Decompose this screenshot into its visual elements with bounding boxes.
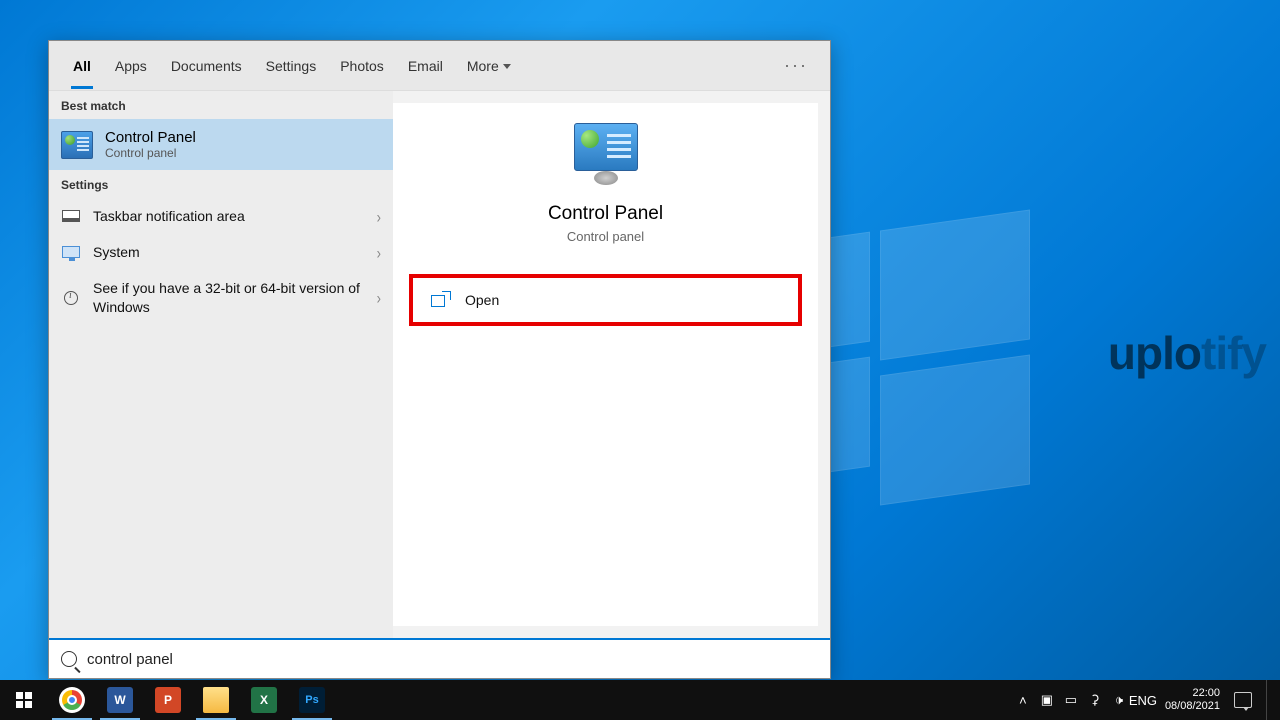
taskbar-app-photoshop[interactable]: Ps — [288, 680, 336, 720]
best-match-subtitle: Control panel — [105, 146, 196, 160]
tray-notifications-icon[interactable] — [1234, 692, 1252, 708]
caret-down-icon — [503, 64, 511, 69]
system-tray: ˄ ▣ ▭ ⚳ 🕩 ENG 22:00 08/08/2021 — [1007, 680, 1280, 720]
more-options-button[interactable]: ··· — [774, 55, 818, 76]
chevron-right-icon: › — [377, 243, 381, 263]
open-icon — [431, 293, 449, 307]
search-tabs: All Apps Documents Settings Photos Email… — [49, 41, 830, 91]
tab-settings[interactable]: Settings — [254, 44, 329, 88]
open-label: Open — [465, 292, 499, 308]
tab-more[interactable]: More — [455, 44, 523, 88]
start-button[interactable] — [0, 680, 48, 720]
results-column: Best match Control Panel Control panel S… — [49, 91, 393, 638]
preview-subtitle: Control panel — [567, 229, 644, 244]
tray-battery-icon[interactable]: ▭ — [1063, 692, 1079, 708]
setting-system[interactable]: System › — [49, 234, 393, 270]
taskbar-app-excel[interactable]: X — [240, 680, 288, 720]
taskbar: W P X Ps ˄ ▣ ▭ ⚳ 🕩 ENG 22:00 08/08/2021 — [0, 680, 1280, 720]
taskbar-app-powerpoint[interactable]: P — [144, 680, 192, 720]
best-match-title: Control Panel — [105, 129, 196, 146]
tray-wifi-icon[interactable]: ⚳ — [1087, 692, 1103, 708]
tab-all[interactable]: All — [61, 44, 103, 88]
monitor-stand-icon — [594, 171, 618, 185]
chevron-right-icon: › — [377, 206, 381, 226]
preview-column: Control Panel Control panel Open — [393, 103, 818, 626]
taskbar-app-explorer[interactable] — [192, 680, 240, 720]
search-input[interactable] — [87, 651, 818, 668]
monitor-icon — [62, 246, 80, 258]
show-desktop-button[interactable] — [1266, 680, 1272, 720]
open-action[interactable]: Open — [409, 274, 802, 326]
tray-clock[interactable]: 22:00 08/08/2021 — [1159, 687, 1226, 712]
taskbar-icon — [62, 210, 80, 222]
word-icon: W — [107, 687, 133, 713]
search-bar[interactable] — [49, 638, 830, 678]
tray-date: 08/08/2021 — [1165, 700, 1220, 713]
excel-icon: X — [251, 687, 277, 713]
control-panel-icon-large — [574, 123, 638, 171]
preview-title: Control Panel — [548, 203, 663, 225]
taskbar-app-chrome[interactable] — [48, 680, 96, 720]
windows-icon — [16, 692, 32, 708]
tray-language[interactable]: ENG — [1135, 692, 1151, 708]
best-match-item[interactable]: Control Panel Control panel — [49, 119, 393, 170]
setting-taskbar-notification[interactable]: Taskbar notification area › — [49, 198, 393, 234]
search-panel: All Apps Documents Settings Photos Email… — [48, 40, 831, 679]
watermark: uplotify — [1108, 326, 1266, 380]
tray-chevron-up-icon[interactable]: ˄ — [1015, 692, 1031, 708]
tab-documents[interactable]: Documents — [159, 44, 254, 88]
tab-photos[interactable]: Photos — [328, 44, 396, 88]
taskbar-app-word[interactable]: W — [96, 680, 144, 720]
chevron-right-icon: › — [377, 288, 381, 308]
best-match-header: Best match — [49, 91, 393, 119]
tab-email[interactable]: Email — [396, 44, 455, 88]
info-icon — [64, 291, 78, 305]
tray-volume-icon[interactable]: 🕩 — [1111, 692, 1127, 708]
folder-icon — [203, 687, 229, 713]
control-panel-icon — [61, 131, 93, 159]
setting-32-64-bit[interactable]: See if you have a 32-bit or 64-bit versi… — [49, 270, 393, 324]
search-icon — [61, 651, 77, 667]
tray-time: 22:00 — [1192, 687, 1220, 700]
settings-header: Settings — [49, 170, 393, 198]
tab-apps[interactable]: Apps — [103, 44, 159, 88]
photoshop-icon: Ps — [299, 687, 325, 713]
tray-meet-now-icon[interactable]: ▣ — [1039, 692, 1055, 708]
chrome-icon — [59, 687, 85, 713]
powerpoint-icon: P — [155, 687, 181, 713]
